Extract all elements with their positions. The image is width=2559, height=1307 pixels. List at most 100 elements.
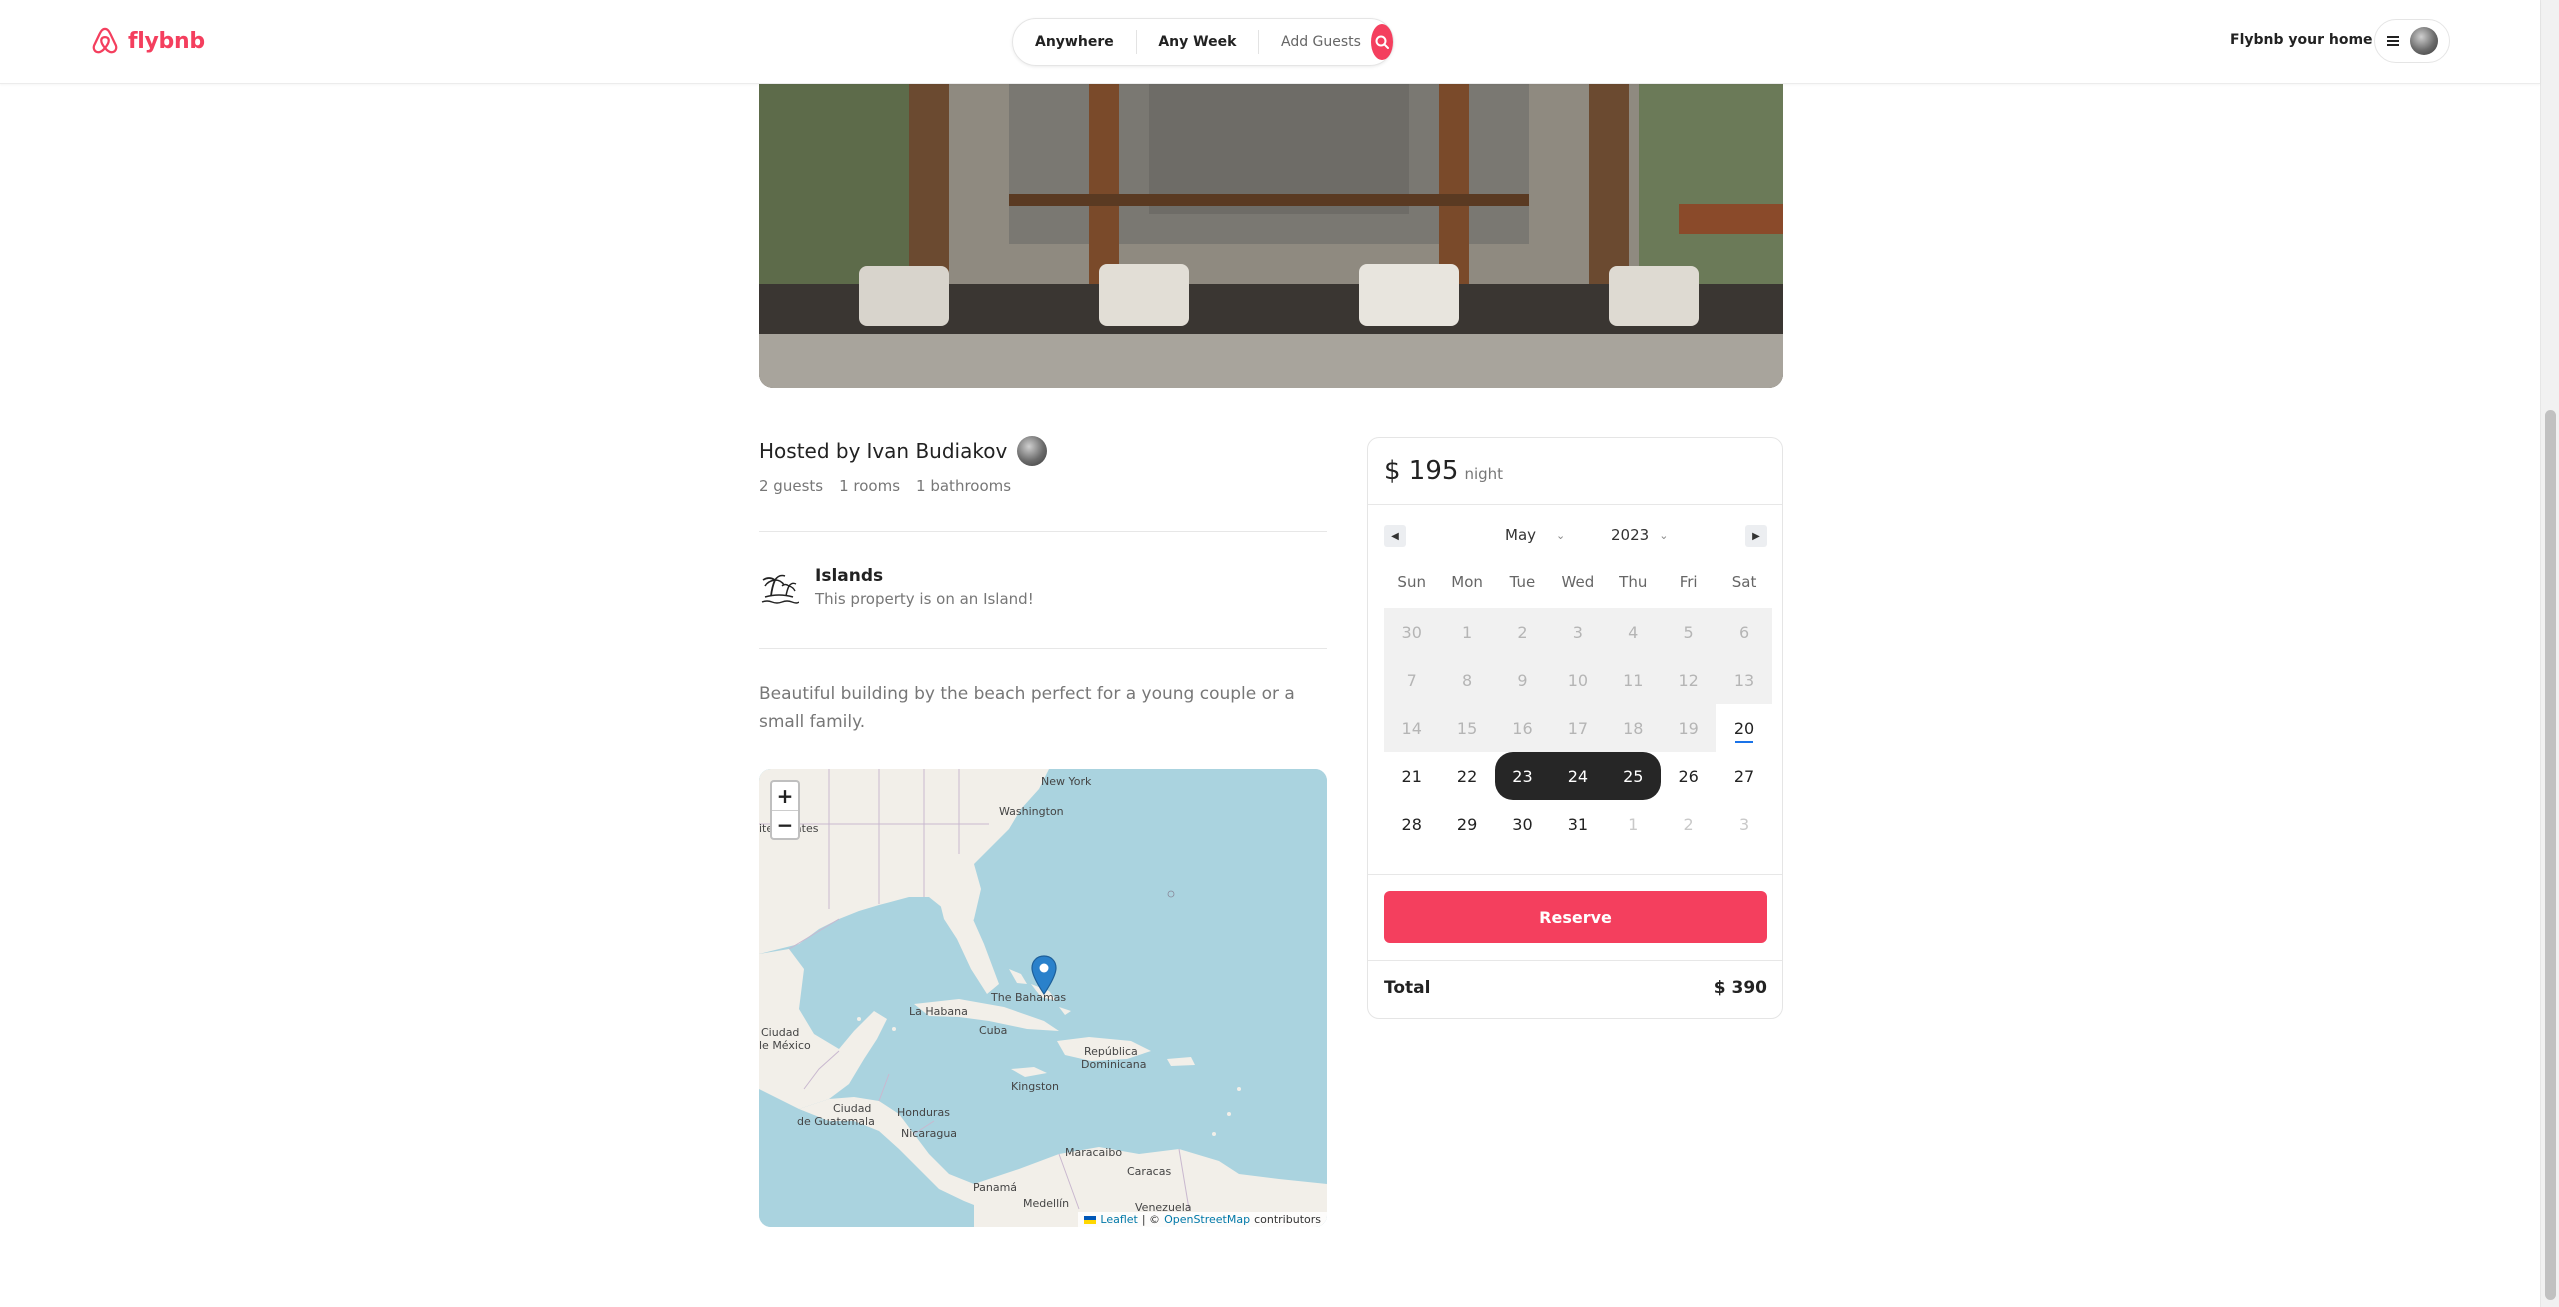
calendar-day[interactable]: 20 — [1716, 704, 1771, 752]
map-label: Dominicana — [1081, 1058, 1147, 1071]
map-label: Medellín — [1023, 1197, 1070, 1210]
listing-description: Beautiful building by the beach perfect … — [759, 684, 1295, 732]
calendar-day[interactable]: 28 — [1384, 800, 1439, 848]
host-prefix: Hosted by — [759, 439, 861, 463]
listing-photo-art — [759, 84, 1783, 388]
calendar-day[interactable]: 21 — [1384, 752, 1439, 800]
year-value: 2023 — [1611, 526, 1650, 544]
chevron-down-icon: ⌄ — [1659, 528, 1669, 542]
map-label: Panamá — [973, 1181, 1018, 1194]
calendar-day: 5 — [1660, 608, 1717, 656]
weekday-label: Sat — [1731, 573, 1757, 591]
zoom-out-button[interactable]: − — [772, 810, 798, 838]
map-attribution: Leaflet | © OpenStreetMap contributors — [1078, 1212, 1327, 1227]
weekday-label: Tue — [1509, 573, 1536, 591]
islands-icon — [761, 574, 799, 604]
calendar-day[interactable]: 29 — [1439, 800, 1494, 848]
top-navbar: flybnb Anywhere Any Week Add Guests Flyb… — [0, 0, 2540, 84]
calendar-day: 13 — [1716, 656, 1772, 704]
calendar-day: 15 — [1439, 704, 1495, 752]
calendar-day: 16 — [1494, 704, 1551, 752]
map-label: de Guatemala — [797, 1115, 875, 1128]
weekday-label: Mon — [1451, 573, 1483, 591]
host-heading: Hosted by Ivan Budiakov — [759, 436, 1048, 466]
calendar-day: 19 — [1660, 704, 1717, 752]
calendar-day[interactable]: 23 — [1494, 752, 1551, 800]
location-map[interactable]: New York Washington ited States The Baha… — [759, 769, 1327, 1227]
calendar-day[interactable]: 30 — [1495, 800, 1550, 848]
brand-logo[interactable]: flybnb — [90, 26, 205, 56]
map-label: República — [1084, 1045, 1138, 1058]
calendar-day[interactable]: 26 — [1661, 752, 1716, 800]
weekday-label: Wed — [1561, 573, 1595, 591]
prev-month-button[interactable]: ◀ — [1384, 525, 1406, 547]
map-label: New York — [1041, 775, 1092, 788]
nightly-price: $ 195 — [1384, 456, 1459, 486]
calendar-day: 14 — [1384, 704, 1440, 752]
map-label: Maracaibo — [1065, 1146, 1123, 1159]
calendar-day: 1 — [1628, 814, 1639, 834]
divider — [1368, 504, 1782, 505]
user-menu-button[interactable] — [2374, 19, 2450, 63]
calendar-day: 11 — [1605, 656, 1661, 704]
menu-icon — [2387, 36, 2399, 46]
calendar-day: 17 — [1550, 704, 1606, 752]
calendar-day[interactable]: 27 — [1716, 752, 1771, 800]
search-location[interactable]: Anywhere — [1013, 34, 1136, 50]
search-button[interactable] — [1370, 24, 1393, 60]
bathroom-count: 1 bathrooms — [916, 477, 1012, 495]
year-select[interactable]: 2023 ⌄ — [1611, 526, 1668, 544]
caret-right-icon: ▶ — [1752, 530, 1760, 542]
search-bar[interactable]: Anywhere Any Week Add Guests — [1012, 18, 1394, 66]
attribution-separator: | © — [1141, 1213, 1161, 1226]
search-icon — [1375, 35, 1389, 49]
ukraine-flag-icon — [1084, 1216, 1097, 1224]
host-your-home-link[interactable]: Flybnb your home — [2230, 32, 2373, 48]
chevron-down-icon: ⌄ — [1556, 528, 1566, 542]
divider — [1368, 874, 1782, 875]
next-month-button[interactable]: ▶ — [1745, 525, 1767, 547]
calendar-day: 8 — [1439, 656, 1495, 704]
divider — [759, 648, 1327, 649]
calendar-day: 10 — [1550, 656, 1606, 704]
map-label: Kingston — [1011, 1080, 1059, 1093]
caret-left-icon: ◀ — [1391, 530, 1399, 542]
map-label: Washington — [999, 805, 1064, 818]
search-week[interactable]: Any Week — [1136, 34, 1258, 50]
calendar-day: 1 — [1439, 608, 1495, 656]
search-guests[interactable]: Add Guests — [1259, 34, 1371, 50]
calendar-day: 6 — [1716, 608, 1772, 656]
page-scrollbar[interactable] — [2540, 0, 2559, 1307]
scrollbar-thumb[interactable] — [2545, 410, 2556, 1300]
month-select[interactable]: May ⌄ — [1505, 526, 1565, 544]
month-value: May — [1505, 526, 1537, 544]
total-value: $ 390 — [1713, 978, 1767, 998]
weekday-label: Sun — [1397, 573, 1426, 591]
category-name: Islands — [815, 566, 884, 586]
calendar-day: 9 — [1494, 656, 1551, 704]
leaflet-link[interactable]: Leaflet — [1100, 1213, 1137, 1226]
calendar-day: 7 — [1384, 656, 1440, 704]
weekday-label: Thu — [1619, 573, 1648, 591]
map-label: La Habana — [909, 1005, 968, 1018]
calendar-day[interactable]: 22 — [1439, 752, 1494, 800]
calendar-day[interactable]: 25 — [1605, 752, 1661, 800]
category-description: This property is on an Island! — [815, 590, 1034, 608]
total-row: Total $ 390 — [1384, 978, 1767, 998]
calendar-grid: 30 1 2 3 4 5 6 7 8 9 10 11 12 13 14 15 16 17 18 19 20 21 22 23 2… — [1384, 608, 1772, 848]
calendar-day[interactable]: 31 — [1550, 800, 1605, 848]
map-label: Ciudad — [761, 1026, 800, 1039]
divider — [1368, 960, 1782, 961]
map-label: Nicaragua — [901, 1127, 958, 1140]
map-marker-icon — [1031, 955, 1057, 995]
room-count: 1 rooms — [839, 477, 901, 495]
calendar-day: 3 — [1738, 814, 1750, 834]
host-name: Ivan Budiakov — [866, 439, 1008, 463]
zoom-in-button[interactable]: + — [772, 782, 798, 810]
reserve-button[interactable]: Reserve — [1384, 891, 1767, 943]
calendar-day: 12 — [1660, 656, 1717, 704]
listing-stats: 2 guests 1 rooms 1 bathrooms — [759, 477, 1011, 495]
openstreetmap-link[interactable]: OpenStreetMap — [1164, 1213, 1250, 1226]
calendar-day[interactable]: 24 — [1550, 752, 1606, 800]
map-label: le México — [759, 1039, 811, 1052]
